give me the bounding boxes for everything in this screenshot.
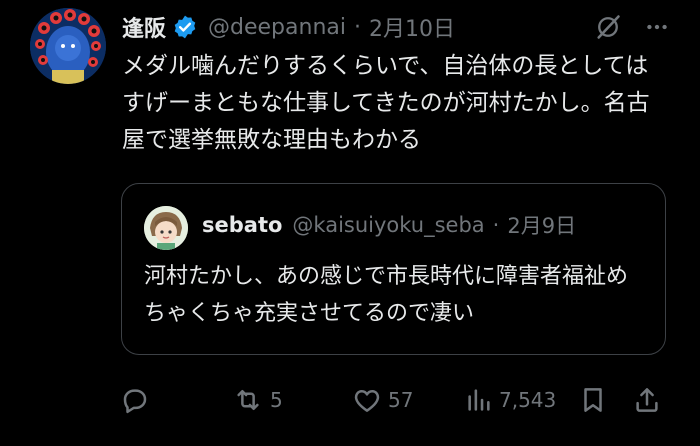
more-icon[interactable] — [644, 14, 670, 40]
separator-dot: · — [353, 14, 361, 40]
share-button[interactable] — [632, 380, 662, 420]
views-button[interactable]: 7,543 — [465, 380, 556, 420]
avatar-image — [30, 8, 106, 84]
author-name[interactable]: 逢阪 — [122, 11, 166, 43]
author-avatar[interactable] — [30, 8, 106, 84]
action-bar: 5 57 7,543 — [120, 380, 670, 420]
like-button[interactable]: 57 — [352, 380, 413, 420]
quoted-separator-dot: · — [492, 213, 500, 237]
quoted-author-handle[interactable]: @kaisuiyoku_seba — [292, 213, 484, 237]
views-count: 7,543 — [499, 388, 557, 412]
like-count: 57 — [388, 388, 414, 412]
quoted-author-name[interactable]: sebato — [202, 213, 282, 237]
quoted-header: sebato @kaisuiyoku_seba · 2月9日 — [202, 210, 576, 240]
retweet-icon — [237, 390, 259, 410]
views-icon — [468, 389, 490, 411]
quoted-date[interactable]: 2月9日 — [507, 210, 576, 240]
tweet-date[interactable]: 2月10日 — [369, 11, 455, 43]
reply-button[interactable] — [120, 380, 156, 420]
verified-badge-icon — [174, 15, 196, 39]
quoted-tweet[interactable]: sebato @kaisuiyoku_seba · 2月9日 河村たかし、あの感… — [121, 183, 666, 355]
retweet-count: 5 — [270, 388, 283, 412]
heart-icon — [354, 390, 380, 412]
share-icon — [636, 388, 658, 412]
bookmark-icon — [584, 388, 602, 412]
author-handle[interactable]: @deepannai — [208, 15, 346, 40]
tweet-text: メダル噛んだりするくらいで、自治体の長としてはすげーまともな仕事してきたのが河村… — [122, 53, 650, 153]
reply-icon — [123, 389, 147, 414]
grok-icon[interactable] — [594, 13, 622, 41]
quoted-author-avatar[interactable] — [144, 206, 188, 250]
quoted-text: 河村たかし、あの感じで市長時代に障害者福祉めちゃくちゃ充実させてるので凄い — [144, 264, 629, 326]
tweet-header: 逢阪 @deepannai · 2月10日 — [122, 10, 670, 44]
bookmark-button[interactable] — [578, 380, 608, 420]
quoted-avatar-image — [144, 206, 188, 250]
retweet-button[interactable]: 5 — [232, 380, 283, 420]
